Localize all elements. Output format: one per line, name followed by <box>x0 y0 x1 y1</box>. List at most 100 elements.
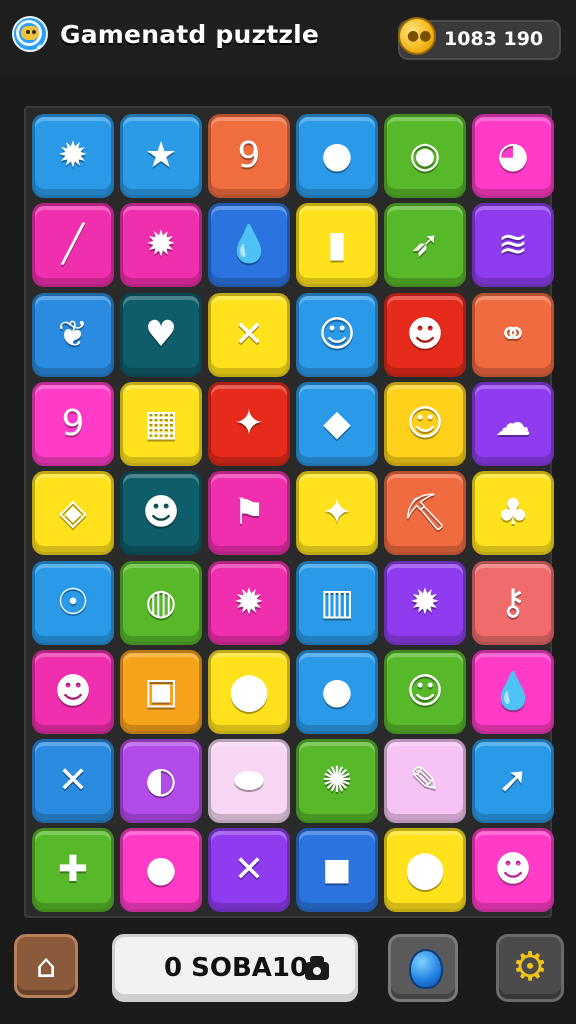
orb-icon: ◉ <box>409 135 441 176</box>
tile[interactable]: ☺ <box>296 292 378 377</box>
bug-icon: ☺ <box>406 402 444 444</box>
tile[interactable]: ⬬ <box>208 739 290 824</box>
home-button[interactable]: ⌂ <box>14 934 78 998</box>
tile[interactable]: ☺ <box>384 649 466 734</box>
cross-icon: ✕ <box>57 760 89 802</box>
camera-icon[interactable] <box>302 954 332 982</box>
settings-button[interactable]: ⚙ <box>496 934 564 1002</box>
drop-icon: 💧 <box>226 224 272 266</box>
tile[interactable]: ✕ <box>32 739 114 824</box>
coin-icon: ●● <box>398 17 436 55</box>
tile[interactable]: ☉ <box>32 560 114 645</box>
tile[interactable]: ▮ <box>296 203 378 288</box>
tile[interactable]: ➶ <box>384 203 466 288</box>
blue-gem-icon <box>409 949 443 989</box>
tile[interactable]: ♣ <box>472 471 554 556</box>
tile[interactable]: ◕ <box>472 114 554 198</box>
tile[interactable]: ⬤ <box>384 828 466 913</box>
cat-face-icon: ☻ <box>142 492 180 534</box>
bone-icon: ✚ <box>57 849 89 891</box>
cage-icon: ▥ <box>319 581 355 623</box>
tile[interactable]: 9 <box>208 114 290 198</box>
pumpkin-icon: ● <box>321 670 353 712</box>
tile[interactable]: ✹ <box>208 560 290 645</box>
shield-icon: ◐ <box>145 760 177 802</box>
tile[interactable]: ✹ <box>384 560 466 645</box>
tile[interactable]: 9 <box>32 381 114 466</box>
powerup-button[interactable] <box>388 934 458 1002</box>
tile[interactable]: ✎ <box>384 739 466 824</box>
tile[interactable]: ✚ <box>32 828 114 913</box>
tile[interactable]: ☺ <box>384 381 466 466</box>
tile[interactable]: ★ <box>120 114 202 198</box>
tile[interactable]: ● <box>296 649 378 734</box>
tile[interactable]: 💧 <box>208 203 290 288</box>
tile[interactable]: ▥ <box>296 560 378 645</box>
magnifier-logo-icon <box>12 16 48 52</box>
barrel-icon: ▦ <box>143 402 179 444</box>
tile[interactable]: ⚷ <box>472 560 554 645</box>
tile[interactable]: ◉ <box>384 114 466 198</box>
tile[interactable]: ✺ <box>296 739 378 824</box>
bacon-icon: ≋ <box>497 224 529 266</box>
bee-icon: ✺ <box>321 760 353 802</box>
sun-icon: ✹ <box>233 581 265 623</box>
cat-face-icon: ☻ <box>54 670 92 712</box>
tile[interactable]: ⛏ <box>384 471 466 556</box>
pineapple-icon: ♣ <box>496 492 530 534</box>
tile[interactable]: ● <box>296 114 378 198</box>
coin-value: 1083 190 <box>444 28 544 50</box>
arrow-icon: ➚ <box>497 760 529 802</box>
tile[interactable]: ✕ <box>208 292 290 377</box>
tile[interactable]: ◆ <box>296 381 378 466</box>
tile[interactable]: ✹ <box>32 114 114 198</box>
sun-icon: ✹ <box>145 224 177 266</box>
orange-icon: ● <box>145 849 177 891</box>
tile[interactable]: ◼ <box>296 828 378 913</box>
tile[interactable]: ☻ <box>472 828 554 913</box>
tile[interactable]: ▣ <box>120 649 202 734</box>
tile[interactable]: ☻ <box>32 649 114 734</box>
tile[interactable]: ✕ <box>208 828 290 913</box>
home-icon: ⌂ <box>35 947 57 985</box>
sun-icon: ✹ <box>409 581 441 623</box>
tile[interactable]: ◐ <box>120 739 202 824</box>
tile[interactable]: 💧 <box>472 649 554 734</box>
drop-icon: 💧 <box>490 670 536 712</box>
ghost-icon: ☁ <box>495 402 531 444</box>
jar-icon: ▮ <box>327 224 347 266</box>
tile[interactable]: ✦ <box>296 471 378 556</box>
cat-face-icon: ☻ <box>406 313 444 355</box>
candy-icon: ✦ <box>321 492 353 534</box>
tile[interactable]: ☻ <box>384 292 466 377</box>
pencil-icon: ✎ <box>409 760 441 802</box>
carrot-icon: ➶ <box>409 224 441 266</box>
barbell-icon: ⚭ <box>497 313 529 355</box>
rock-icon: ⬤ <box>228 670 270 712</box>
tile[interactable]: ❦ <box>32 292 114 377</box>
tile[interactable]: ☁ <box>472 381 554 466</box>
tile[interactable]: ♥ <box>120 292 202 377</box>
tile[interactable]: ╱ <box>32 203 114 288</box>
tile[interactable]: ➚ <box>472 739 554 824</box>
sun-icon: ✹ <box>57 135 89 176</box>
rock-icon: ⬤ <box>404 849 446 891</box>
tile[interactable]: ▦ <box>120 381 202 466</box>
tile[interactable]: ≋ <box>472 203 554 288</box>
tile[interactable]: ☻ <box>120 471 202 556</box>
coin-glyph: ●● <box>407 28 432 44</box>
tile[interactable]: ⚑ <box>208 471 290 556</box>
tile[interactable]: ◈ <box>32 471 114 556</box>
pumpkin-icon: ● <box>321 135 353 176</box>
pickaxe-icon: ⛏ <box>402 492 448 534</box>
slime-icon: ◆ <box>323 402 351 444</box>
score-text: 0 SOBA10 <box>164 953 309 983</box>
nine-icon: 9 <box>237 135 261 176</box>
tile[interactable]: ⬤ <box>208 649 290 734</box>
tile[interactable]: ● <box>120 828 202 913</box>
tile[interactable]: ✦ <box>208 381 290 466</box>
x-icon: ✕ <box>233 849 265 891</box>
tile[interactable]: ◍ <box>120 560 202 645</box>
tile[interactable]: ✹ <box>120 203 202 288</box>
tile[interactable]: ⚭ <box>472 292 554 377</box>
